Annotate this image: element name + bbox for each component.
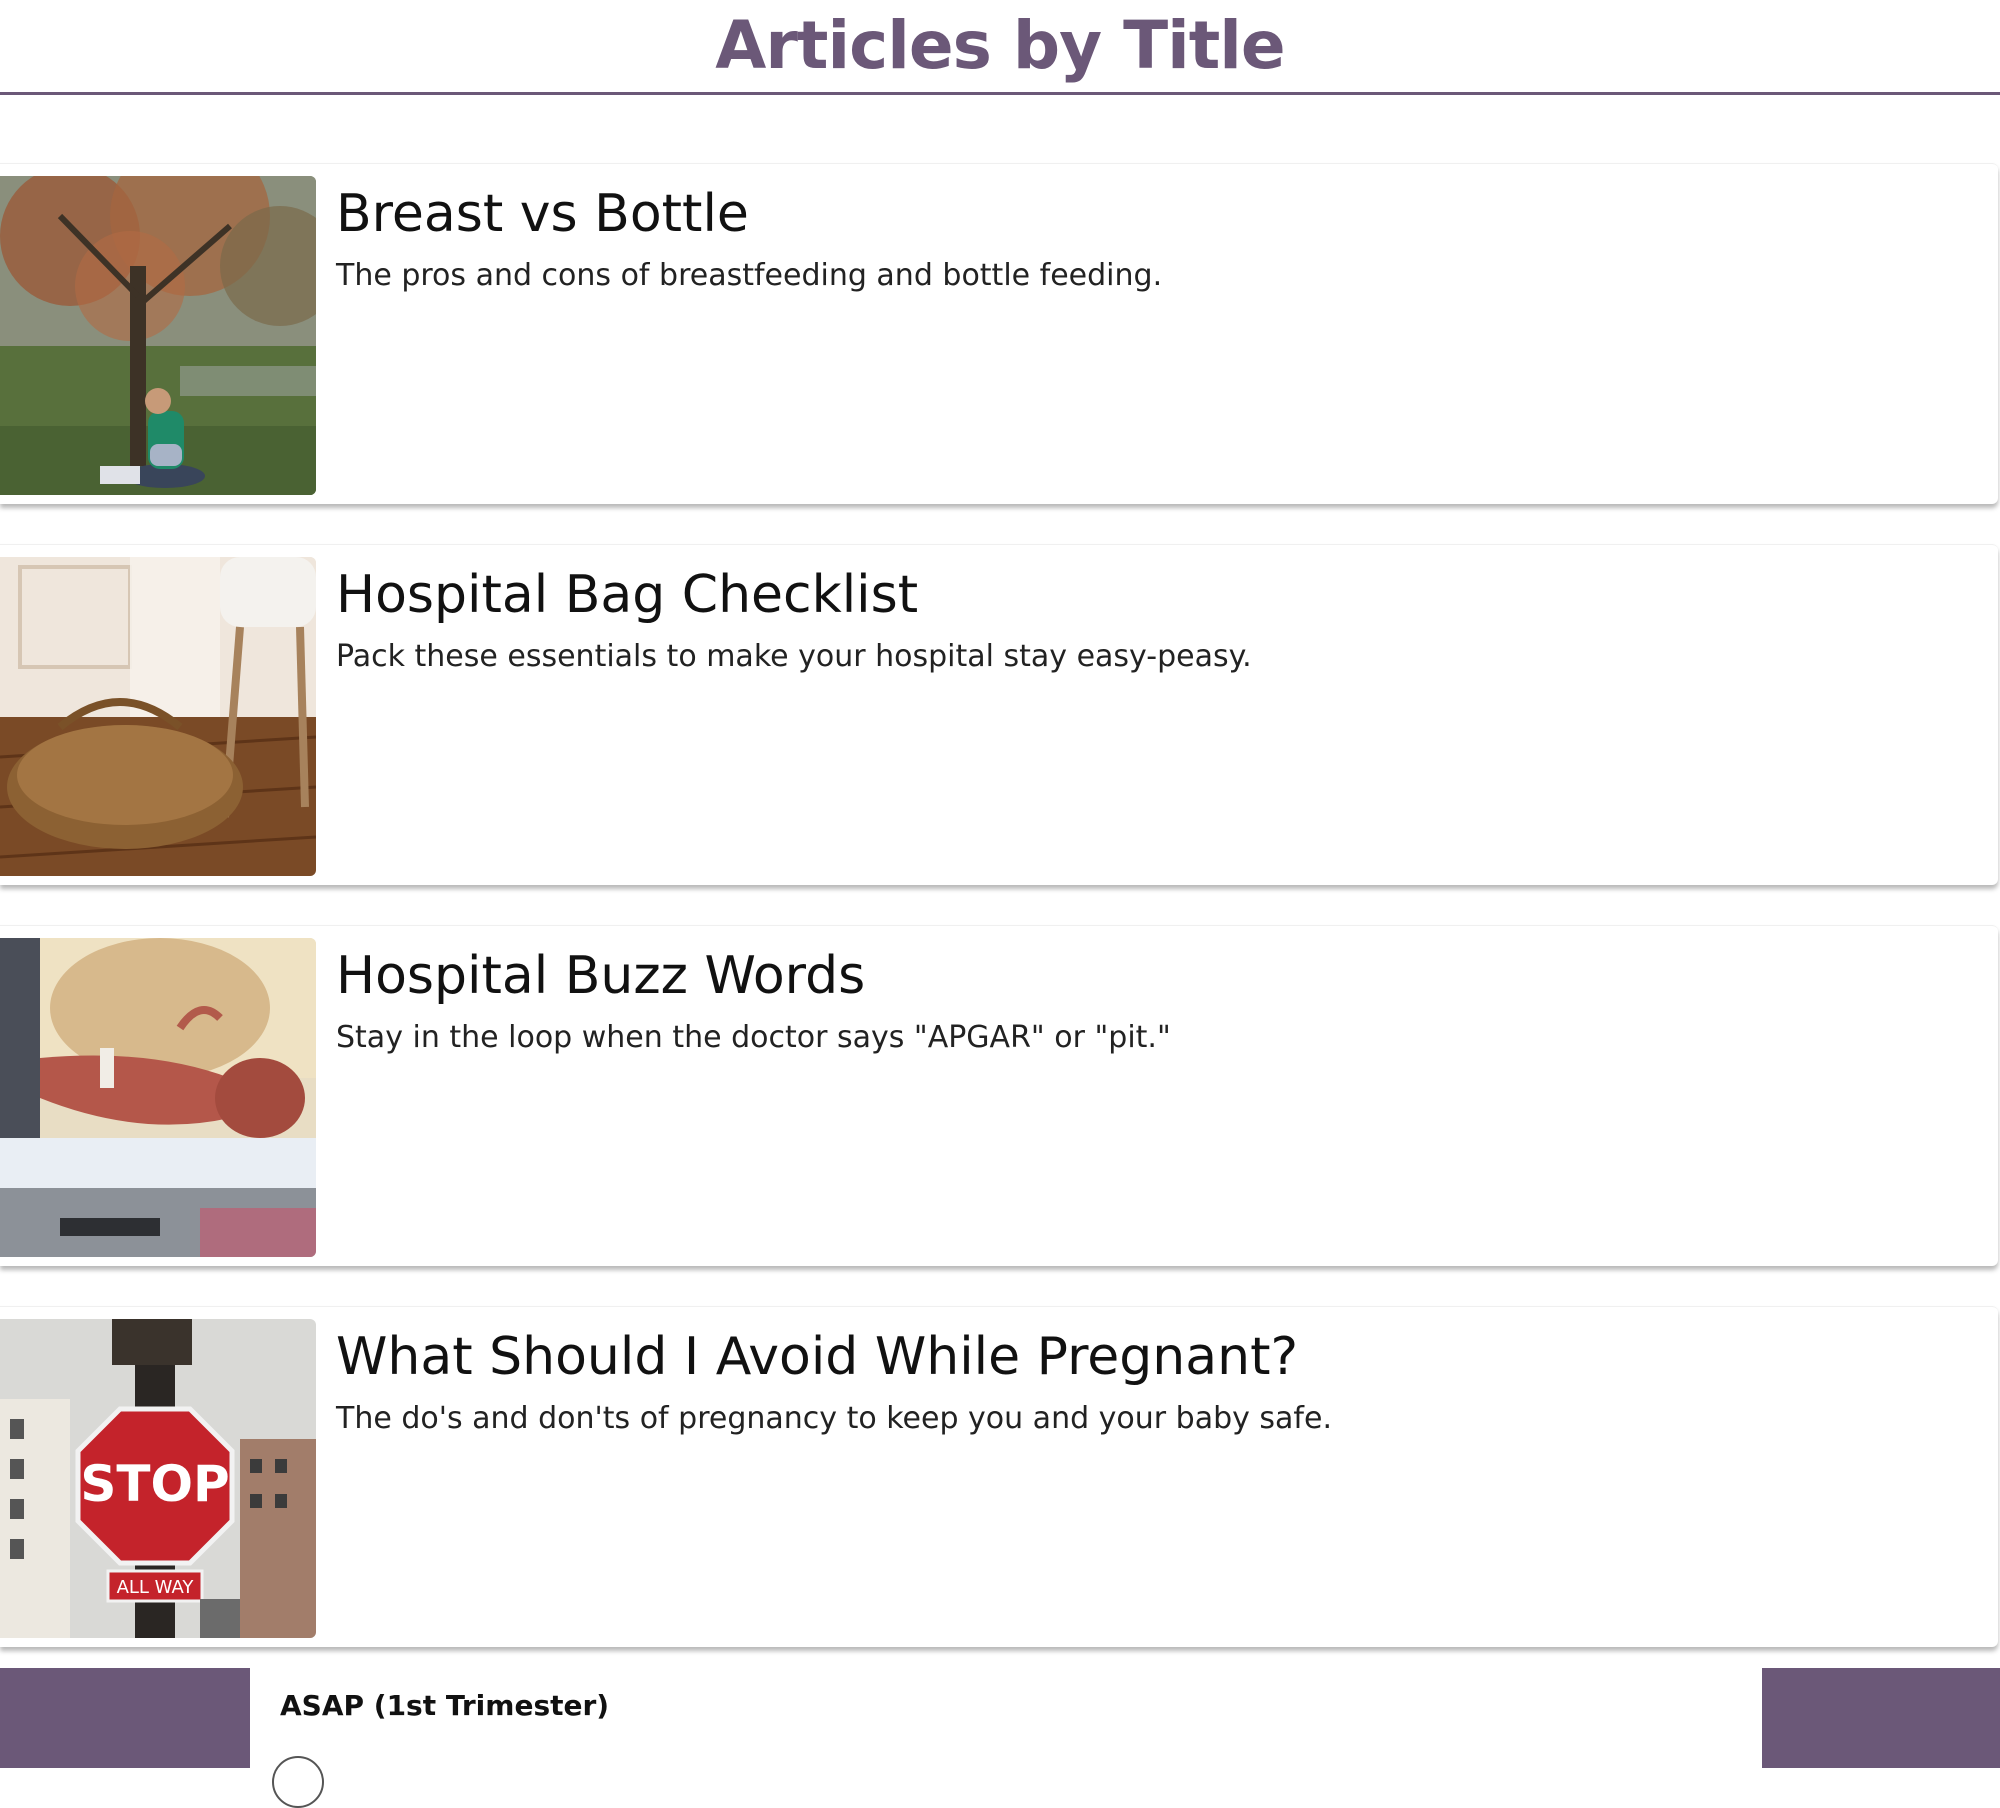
svg-text:STOP: STOP xyxy=(80,1455,229,1513)
trimester-panel: ASAP (1st Trimester) xyxy=(250,1668,1762,1808)
article-title[interactable]: Hospital Bag Checklist xyxy=(336,563,918,627)
article-thumbnail[interactable] xyxy=(0,557,316,876)
article-description: Pack these essentials to make your hospi… xyxy=(336,639,1252,674)
stop-sign-photo: STOP ALL WAY xyxy=(0,1319,316,1638)
trimester-radio[interactable] xyxy=(272,1756,324,1808)
article-thumbnail[interactable] xyxy=(0,938,316,1257)
page-title: Articles by Title xyxy=(715,7,1285,84)
article-description: The pros and cons of breastfeeding and b… xyxy=(336,258,1163,293)
article-card-avoid-while-pregnant[interactable]: STOP ALL WAY What Should I Avoid While P… xyxy=(0,1306,1998,1647)
article-card-hospital-buzz-words[interactable]: Hospital Buzz Words Stay in the loop whe… xyxy=(0,925,1998,1266)
newborn-photo xyxy=(0,938,316,1257)
duffel-bag-photo xyxy=(0,557,316,876)
mother-nursing-photo xyxy=(0,176,316,495)
trimester-section-label: ASAP (1st Trimester) xyxy=(280,1689,610,1722)
article-title[interactable]: What Should I Avoid While Pregnant? xyxy=(336,1325,1298,1389)
article-title[interactable]: Breast vs Bottle xyxy=(336,182,749,246)
svg-text:ALL WAY: ALL WAY xyxy=(117,1577,195,1598)
page-header: Articles by Title xyxy=(0,0,2000,95)
article-card-hospital-bag-checklist[interactable]: Hospital Bag Checklist Pack these essent… xyxy=(0,544,1998,885)
article-description: Stay in the loop when the doctor says "A… xyxy=(336,1020,1171,1055)
article-thumbnail[interactable] xyxy=(0,176,316,495)
trimester-footer: ASAP (1st Trimester) xyxy=(0,1668,2000,1808)
article-title[interactable]: Hospital Buzz Words xyxy=(336,944,865,1008)
article-description: The do's and don'ts of pregnancy to keep… xyxy=(336,1401,1332,1436)
article-card-breast-vs-bottle[interactable]: Breast vs Bottle The pros and cons of br… xyxy=(0,163,1998,504)
article-list: Breast vs Bottle The pros and cons of br… xyxy=(0,163,2000,1687)
article-thumbnail[interactable]: STOP ALL WAY xyxy=(0,1319,316,1638)
